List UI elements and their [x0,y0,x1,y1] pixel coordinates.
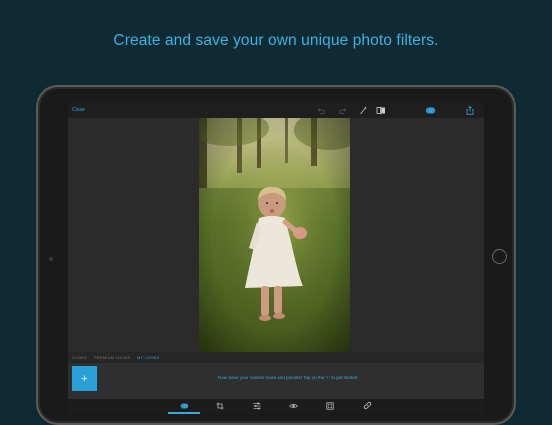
adjust-icon[interactable] [253,401,261,410]
bottom-toolbar [68,399,484,414]
empty-looks-hint: Now Save your custom looks and presets! … [218,375,358,380]
editor-screen: Close LOOKS PREMIUM LOOKS MY LOOKS + Now… [68,103,484,414]
redo-icon[interactable] [339,105,347,116]
eye-icon[interactable] [289,401,298,410]
tab-premium-looks[interactable]: PREMIUM LOOKS [94,355,130,360]
headline: Create and save your own unique photo fi… [113,32,439,49]
looks-icon[interactable] [425,105,436,116]
add-look-button[interactable]: + [72,366,97,391]
bandage-icon[interactable] [363,401,372,410]
front-camera [49,257,53,261]
tab-my-looks[interactable]: MY LOOKS [137,355,159,360]
close-button[interactable]: Close [72,107,85,113]
frame-icon[interactable] [326,401,334,410]
crop-icon[interactable] [216,401,224,410]
top-toolbar: Close [68,103,484,118]
share-icon[interactable] [466,105,474,116]
looks-tool-icon[interactable] [180,401,189,410]
tab-looks[interactable]: LOOKS [72,355,87,360]
home-button [492,249,507,264]
magic-wand-icon[interactable] [359,105,368,116]
photo-canvas[interactable] [199,118,350,352]
compare-icon[interactable] [376,105,386,116]
looks-tabs: LOOKS PREMIUM LOOKS MY LOOKS [68,352,484,363]
undo-icon[interactable] [317,105,325,116]
looks-panel [68,363,484,399]
